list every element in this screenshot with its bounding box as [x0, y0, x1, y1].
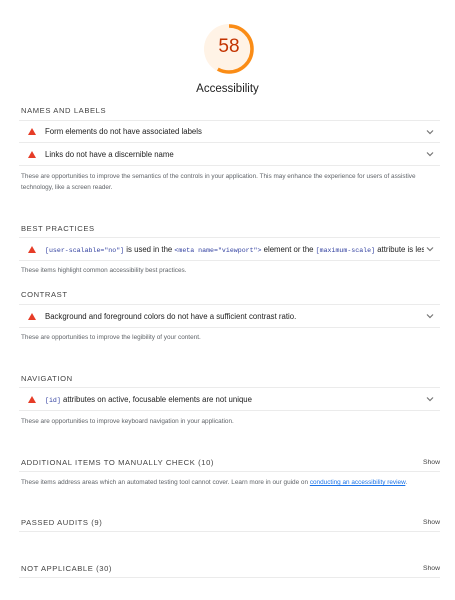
section-description-contrast: These are opportunities to improve the l…: [21, 334, 201, 341]
audit-title: Background and foreground colors do not …: [45, 311, 297, 321]
audit-text-part: attribute is less than 5.: [377, 244, 424, 254]
passed-audits-group[interactable]: PASSED AUDITS (9) Show: [19, 515, 440, 529]
section-description-navigation: These are opportunities to improve keybo…: [21, 418, 234, 425]
audit-text-part: attributes on active, focusable elements…: [60, 394, 252, 404]
chevron-down-icon[interactable]: [424, 243, 436, 255]
manual-checks-description: These items address areas which an autom…: [21, 477, 421, 488]
audit-title: [user-scalable="no"] is used in the <met…: [45, 245, 424, 254]
code-maximum-scale: [maximum-scale]: [315, 246, 376, 254]
manual-checks-label: ADDITIONAL ITEMS TO MANUALLY CHECK (10): [21, 457, 215, 467]
fail-triangle-icon: [28, 245, 36, 253]
manual-desc-end: .: [405, 479, 408, 486]
section-description-best-practices: These items highlight common accessibili…: [21, 267, 187, 274]
audit-title: [id] attributes on active, focusable ele…: [45, 395, 424, 404]
chevron-down-icon[interactable]: [424, 126, 436, 138]
divider: [19, 471, 440, 472]
fail-triangle-icon: [28, 128, 36, 135]
passed-audits-label: PASSED AUDITS (9): [21, 517, 103, 527]
audit-title: Form elements do not have associated lab…: [45, 127, 202, 136]
not-applicable-group[interactable]: NOT APPLICABLE (30) Show: [19, 561, 440, 575]
fail-triangle-icon: [28, 312, 36, 320]
chevron-down-icon[interactable]: [424, 310, 436, 322]
audit-title: Links do not have a discernible name: [45, 149, 174, 159]
audit-text-part: is used in the: [124, 244, 175, 254]
section-heading-names-labels: NAMES AND LABELS: [21, 106, 107, 115]
audit-viewport-meta[interactable]: [user-scalable="no"] is used in the <met…: [19, 237, 440, 261]
manual-desc-text: These items address areas which an autom…: [21, 479, 310, 486]
section-heading-contrast: CONTRAST: [21, 290, 68, 299]
divider: [19, 531, 440, 532]
manual-checks-group[interactable]: ADDITIONAL ITEMS TO MANUALLY CHECK (10) …: [19, 455, 440, 469]
code-user-scalable: [user-scalable="no"]: [45, 246, 125, 254]
fail-triangle-icon: [28, 395, 36, 403]
score-value: 58: [218, 36, 240, 57]
audit-link-name[interactable]: Links do not have a discernible name: [19, 142, 440, 166]
show-passed-button[interactable]: Show: [423, 519, 440, 526]
chevron-down-icon[interactable]: [424, 148, 436, 160]
accessibility-review-link[interactable]: conducting an accessibility review: [310, 479, 406, 486]
category-title: Accessibility: [196, 83, 259, 95]
section-description-names-labels: These are opportunities to improve the s…: [21, 173, 416, 191]
section-heading-best-practices: BEST PRACTICES: [21, 224, 95, 233]
audit-form-labels[interactable]: Form elements do not have associated lab…: [19, 120, 440, 142]
code-id: [id]: [45, 396, 61, 404]
chevron-down-icon[interactable]: [424, 393, 436, 405]
code-meta-viewport: <meta name="viewport">: [174, 246, 262, 254]
not-applicable-label: NOT APPLICABLE (30): [21, 563, 113, 573]
audit-text-part: element or the: [261, 244, 316, 254]
audit-duplicate-id[interactable]: [id] attributes on active, focusable ele…: [19, 387, 440, 411]
section-heading-navigation: NAVIGATION: [21, 374, 73, 383]
show-not-applicable-button[interactable]: Show: [423, 565, 440, 572]
show-manual-button[interactable]: Show: [423, 459, 440, 466]
audit-color-contrast[interactable]: Background and foreground colors do not …: [19, 304, 440, 328]
fail-triangle-icon: [28, 150, 36, 158]
divider: [19, 577, 440, 578]
